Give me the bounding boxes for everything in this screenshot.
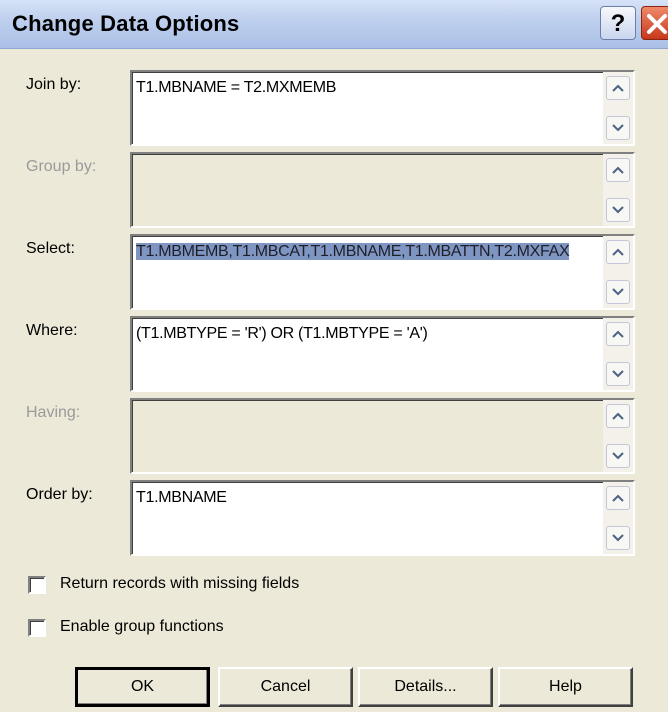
chevron-down-icon: [612, 206, 624, 214]
close-button[interactable]: [641, 6, 668, 40]
help-button[interactable]: Help: [498, 667, 633, 707]
join-by-scrollbar[interactable]: [603, 72, 633, 144]
select-label: Select:: [26, 240, 75, 257]
group-by-scrollbar[interactable]: [603, 154, 633, 226]
chevron-up-icon: [612, 494, 624, 502]
having-scrollbar[interactable]: [603, 400, 633, 472]
order-by-label: Order by:: [26, 486, 93, 503]
return-missing-label: Return records with missing fields: [60, 575, 300, 592]
chevron-down-icon: [612, 124, 624, 132]
chevron-up-icon: [612, 412, 624, 420]
scroll-down-button[interactable]: [606, 280, 630, 304]
help-title-button[interactable]: ?: [600, 6, 636, 40]
close-icon: [647, 14, 667, 34]
chevron-down-icon: [612, 452, 624, 460]
scroll-down-button[interactable]: [606, 362, 630, 386]
scroll-down-button[interactable]: [606, 444, 630, 468]
order-by-scrollbar[interactable]: [603, 482, 633, 554]
dialog-title: Change Data Options: [12, 11, 240, 36]
scroll-up-button[interactable]: [606, 404, 630, 428]
cancel-button[interactable]: Cancel: [218, 667, 353, 707]
where-scrollbar[interactable]: [603, 318, 633, 390]
scroll-up-button[interactable]: [606, 76, 630, 100]
select-value: T1.MBMEMB,T1.MBCAT,T1.MBNAME,T1.MBATTN,T…: [136, 242, 601, 262]
order-by-field[interactable]: T1.MBNAME: [130, 480, 635, 556]
having-field: [130, 398, 635, 474]
selected-text: T1.MBMEMB,T1.MBCAT,T1.MBNAME,T1.MBATTN,T…: [136, 243, 570, 260]
chevron-up-icon: [612, 248, 624, 256]
scroll-up-button[interactable]: [606, 322, 630, 346]
order-by-value: T1.MBNAME: [136, 489, 227, 506]
scroll-down-button[interactable]: [606, 526, 630, 550]
chevron-up-icon: [612, 84, 624, 92]
chevron-down-icon: [612, 534, 624, 542]
scroll-up-button[interactable]: [606, 240, 630, 264]
group-by-field: [130, 152, 635, 228]
join-by-field[interactable]: T1.MBNAME = T2.MXMEMB: [130, 70, 635, 146]
scroll-up-button[interactable]: [606, 486, 630, 510]
details-button[interactable]: Details...: [358, 667, 493, 707]
scroll-down-button[interactable]: [606, 198, 630, 222]
enable-group-label: Enable group functions: [60, 618, 224, 635]
scroll-down-button[interactable]: [606, 116, 630, 140]
chevron-down-icon: [612, 370, 624, 378]
group-by-label: Group by:: [26, 158, 97, 175]
join-by-value: T1.MBNAME = T2.MXMEMB: [136, 79, 337, 96]
select-scrollbar[interactable]: [603, 236, 633, 308]
where-value: (T1.MBTYPE = 'R') OR (T1.MBTYPE = 'A'): [136, 325, 428, 342]
select-field[interactable]: T1.MBMEMB,T1.MBCAT,T1.MBNAME,T1.MBATTN,T…: [130, 234, 635, 310]
where-field[interactable]: (T1.MBTYPE = 'R') OR (T1.MBTYPE = 'A'): [130, 316, 635, 392]
ok-button[interactable]: OK: [75, 667, 210, 707]
scroll-up-button[interactable]: [606, 158, 630, 182]
chevron-down-icon: [612, 288, 624, 296]
chevron-up-icon: [612, 166, 624, 174]
title-bar[interactable]: Change Data Options ?: [0, 0, 668, 49]
where-label: Where:: [26, 322, 78, 339]
enable-group-checkbox[interactable]: [28, 619, 46, 637]
having-label: Having:: [26, 404, 81, 421]
return-missing-checkbox[interactable]: [28, 576, 46, 594]
chevron-up-icon: [612, 330, 624, 338]
question-icon: ?: [610, 10, 626, 37]
join-by-label: Join by:: [26, 76, 82, 93]
